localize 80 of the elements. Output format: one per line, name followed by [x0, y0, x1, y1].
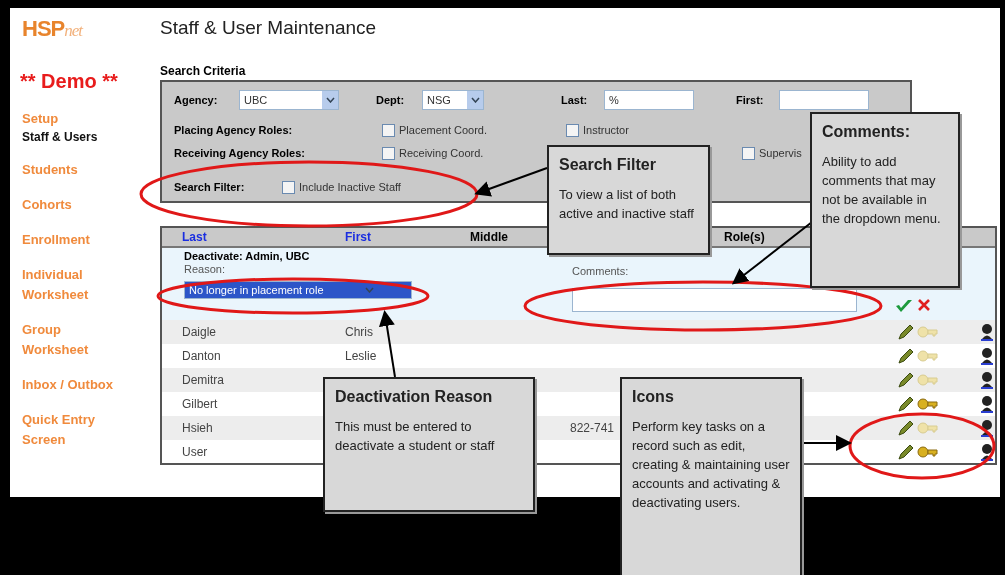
column-header: Middle [470, 230, 509, 244]
person-icon[interactable] [980, 419, 994, 437]
key-icon[interactable] [917, 396, 939, 412]
table-cell: Danton [182, 349, 221, 363]
field-label: Receiving Agency Roles: [174, 147, 307, 159]
section-heading: Search Criteria [160, 64, 246, 78]
person-icon[interactable] [980, 323, 994, 341]
person-icon[interactable] [980, 347, 994, 365]
first-name-field[interactable] [779, 90, 869, 110]
app-logo: HSPnet [22, 16, 83, 42]
table-cell: Demitra [182, 373, 224, 387]
checkbox[interactable] [382, 146, 395, 160]
callout-title: Search Filter [559, 155, 657, 175]
chevron-down-icon[interactable] [325, 97, 335, 103]
pencil-icon[interactable] [897, 395, 915, 413]
sidebar-item[interactable]: Enrollment [22, 230, 117, 250]
sidebar-item[interactable]: Students [22, 160, 117, 180]
callout-arrow [379, 310, 396, 378]
person-icon[interactable] [980, 443, 994, 461]
callout-text: To view a list of both active and inactive staff [559, 186, 695, 223]
pencil-icon[interactable] [897, 443, 915, 461]
checkbox-label: Placement Coord. [399, 124, 488, 136]
checkbox[interactable] [566, 123, 579, 137]
close-icon[interactable] [917, 298, 931, 312]
checkbox-label: Instructor [583, 124, 629, 136]
person-icon[interactable] [980, 395, 994, 413]
check-icon[interactable] [895, 298, 913, 314]
table-cell: 822-741 [570, 421, 615, 435]
sidebar-item[interactable]: Group Worksheet [22, 320, 117, 360]
checkbox-label: Include Inactive Staff [299, 181, 401, 193]
person-icon[interactable] [980, 371, 994, 389]
table-cell: User [182, 445, 208, 459]
sidebar-item[interactable]: Staff & Users [22, 129, 146, 145]
callout-title: Deactivation Reason [335, 387, 494, 407]
callout-text: Ability to add comments that may not be available in the dropdown menu. [822, 153, 942, 228]
pencil-icon[interactable] [897, 323, 915, 341]
chevron-down-icon[interactable] [470, 97, 480, 103]
callout-text: Perform key tasks on a record such as edit, creating & maintaining user accounts and activating & deactivating users. [632, 418, 790, 512]
field-label: Dept: [376, 94, 406, 106]
pencil-icon[interactable] [897, 419, 915, 437]
checkbox[interactable] [282, 180, 295, 194]
column-header[interactable]: Last [182, 230, 345, 244]
checkbox-label: Supervis [759, 147, 802, 159]
table-cell: Chris [345, 325, 373, 339]
sidebar-item[interactable]: Inbox / Outbox [22, 375, 117, 395]
checkbox[interactable] [742, 146, 755, 160]
field-label: Last: [561, 94, 589, 106]
pencil-icon[interactable] [897, 347, 915, 365]
demo-label: ** Demo ** [20, 70, 118, 93]
reason-dropdown[interactable]: No longer in placement role [184, 281, 412, 299]
callout-title: Icons [632, 387, 675, 407]
callout-text: This must be entered to deactivate a student or staff [335, 418, 496, 455]
table-cell: Gilbert [182, 397, 218, 411]
sidebar-item[interactable]: Cohorts [22, 195, 117, 215]
sidebar-item[interactable]: Individual Worksheet [22, 265, 117, 305]
table-cell: Hsieh [182, 421, 213, 435]
dept-dropdown[interactable]: NSG [422, 90, 484, 110]
column-header: Role(s) [724, 230, 766, 244]
sidebar-item[interactable]: Setup [22, 109, 117, 129]
field-label: Comments: [572, 265, 629, 278]
comments-field[interactable] [572, 288, 857, 312]
agency-dropdown[interactable]: UBC [239, 90, 339, 110]
callout-arrow [801, 435, 852, 451]
column-header[interactable]: First [345, 230, 470, 244]
field-label: First: [736, 94, 765, 106]
callout-title: Comments: [822, 122, 911, 142]
field-label: Reason: [184, 263, 225, 276]
field-label: Placing Agency Roles: [174, 124, 294, 136]
field-label: Search Filter: [174, 181, 246, 193]
sidebar-item[interactable]: Quick Entry Screen [22, 410, 117, 450]
table-cell: Daigle [182, 325, 217, 339]
page-title: Staff & User Maintenance [160, 16, 377, 40]
last-name-field[interactable]: % [604, 90, 694, 110]
deactivate-title: Deactivate: Admin, UBC [184, 250, 310, 263]
table-cell: Leslie [345, 349, 377, 363]
checkbox[interactable] [382, 123, 395, 137]
field-label: Agency: [174, 94, 219, 106]
checkbox-label: Receiving Coord. [399, 147, 484, 159]
key-icon[interactable] [917, 444, 939, 460]
pencil-icon[interactable] [897, 371, 915, 389]
